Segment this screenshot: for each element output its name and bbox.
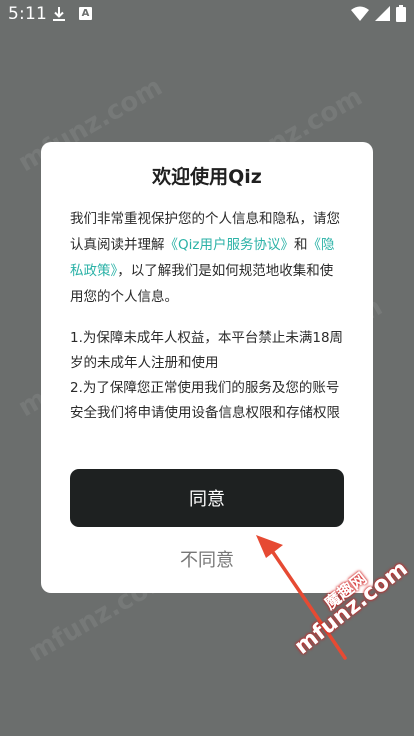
wifi-icon <box>351 6 369 21</box>
signal-icon <box>375 6 390 21</box>
status-icons <box>351 5 406 22</box>
welcome-dialog: 欢迎使用Qiz 我们非常重视保护您的个人信息和隐私，请您认真阅读并理解《Qiz用… <box>41 142 373 593</box>
battery-icon <box>396 5 406 22</box>
intro-paragraph: 我们非常重视保护您的个人信息和隐私，请您认真阅读并理解《Qiz用户服务协议》和《… <box>70 206 346 310</box>
disagree-button[interactable]: 不同意 <box>70 542 344 576</box>
status-time: 5:11 <box>8 4 47 24</box>
notification-a-icon: A <box>79 7 92 20</box>
dialog-title: 欢迎使用Qiz <box>152 166 262 188</box>
service-agreement-link[interactable]: 《Qiz用户服务协议》 <box>165 237 294 253</box>
term-item: 2.为了保障您正常使用我们的服务及您的账号安全我们将申请使用设备信息权限和存储权… <box>70 380 340 421</box>
status-bar: 5:11 A <box>0 0 414 28</box>
term-item: 1.为保障未成年人权益，本平台禁止未满18周岁的未成年人注册和使用 <box>70 330 344 371</box>
agree-button[interactable]: 同意 <box>70 469 344 527</box>
and-text: 和 <box>293 237 308 253</box>
download-icon <box>53 7 65 21</box>
terms-list: 1.为保障未成年人权益，本平台禁止未满18周岁的未成年人注册和使用 2.为了保障… <box>70 326 350 426</box>
